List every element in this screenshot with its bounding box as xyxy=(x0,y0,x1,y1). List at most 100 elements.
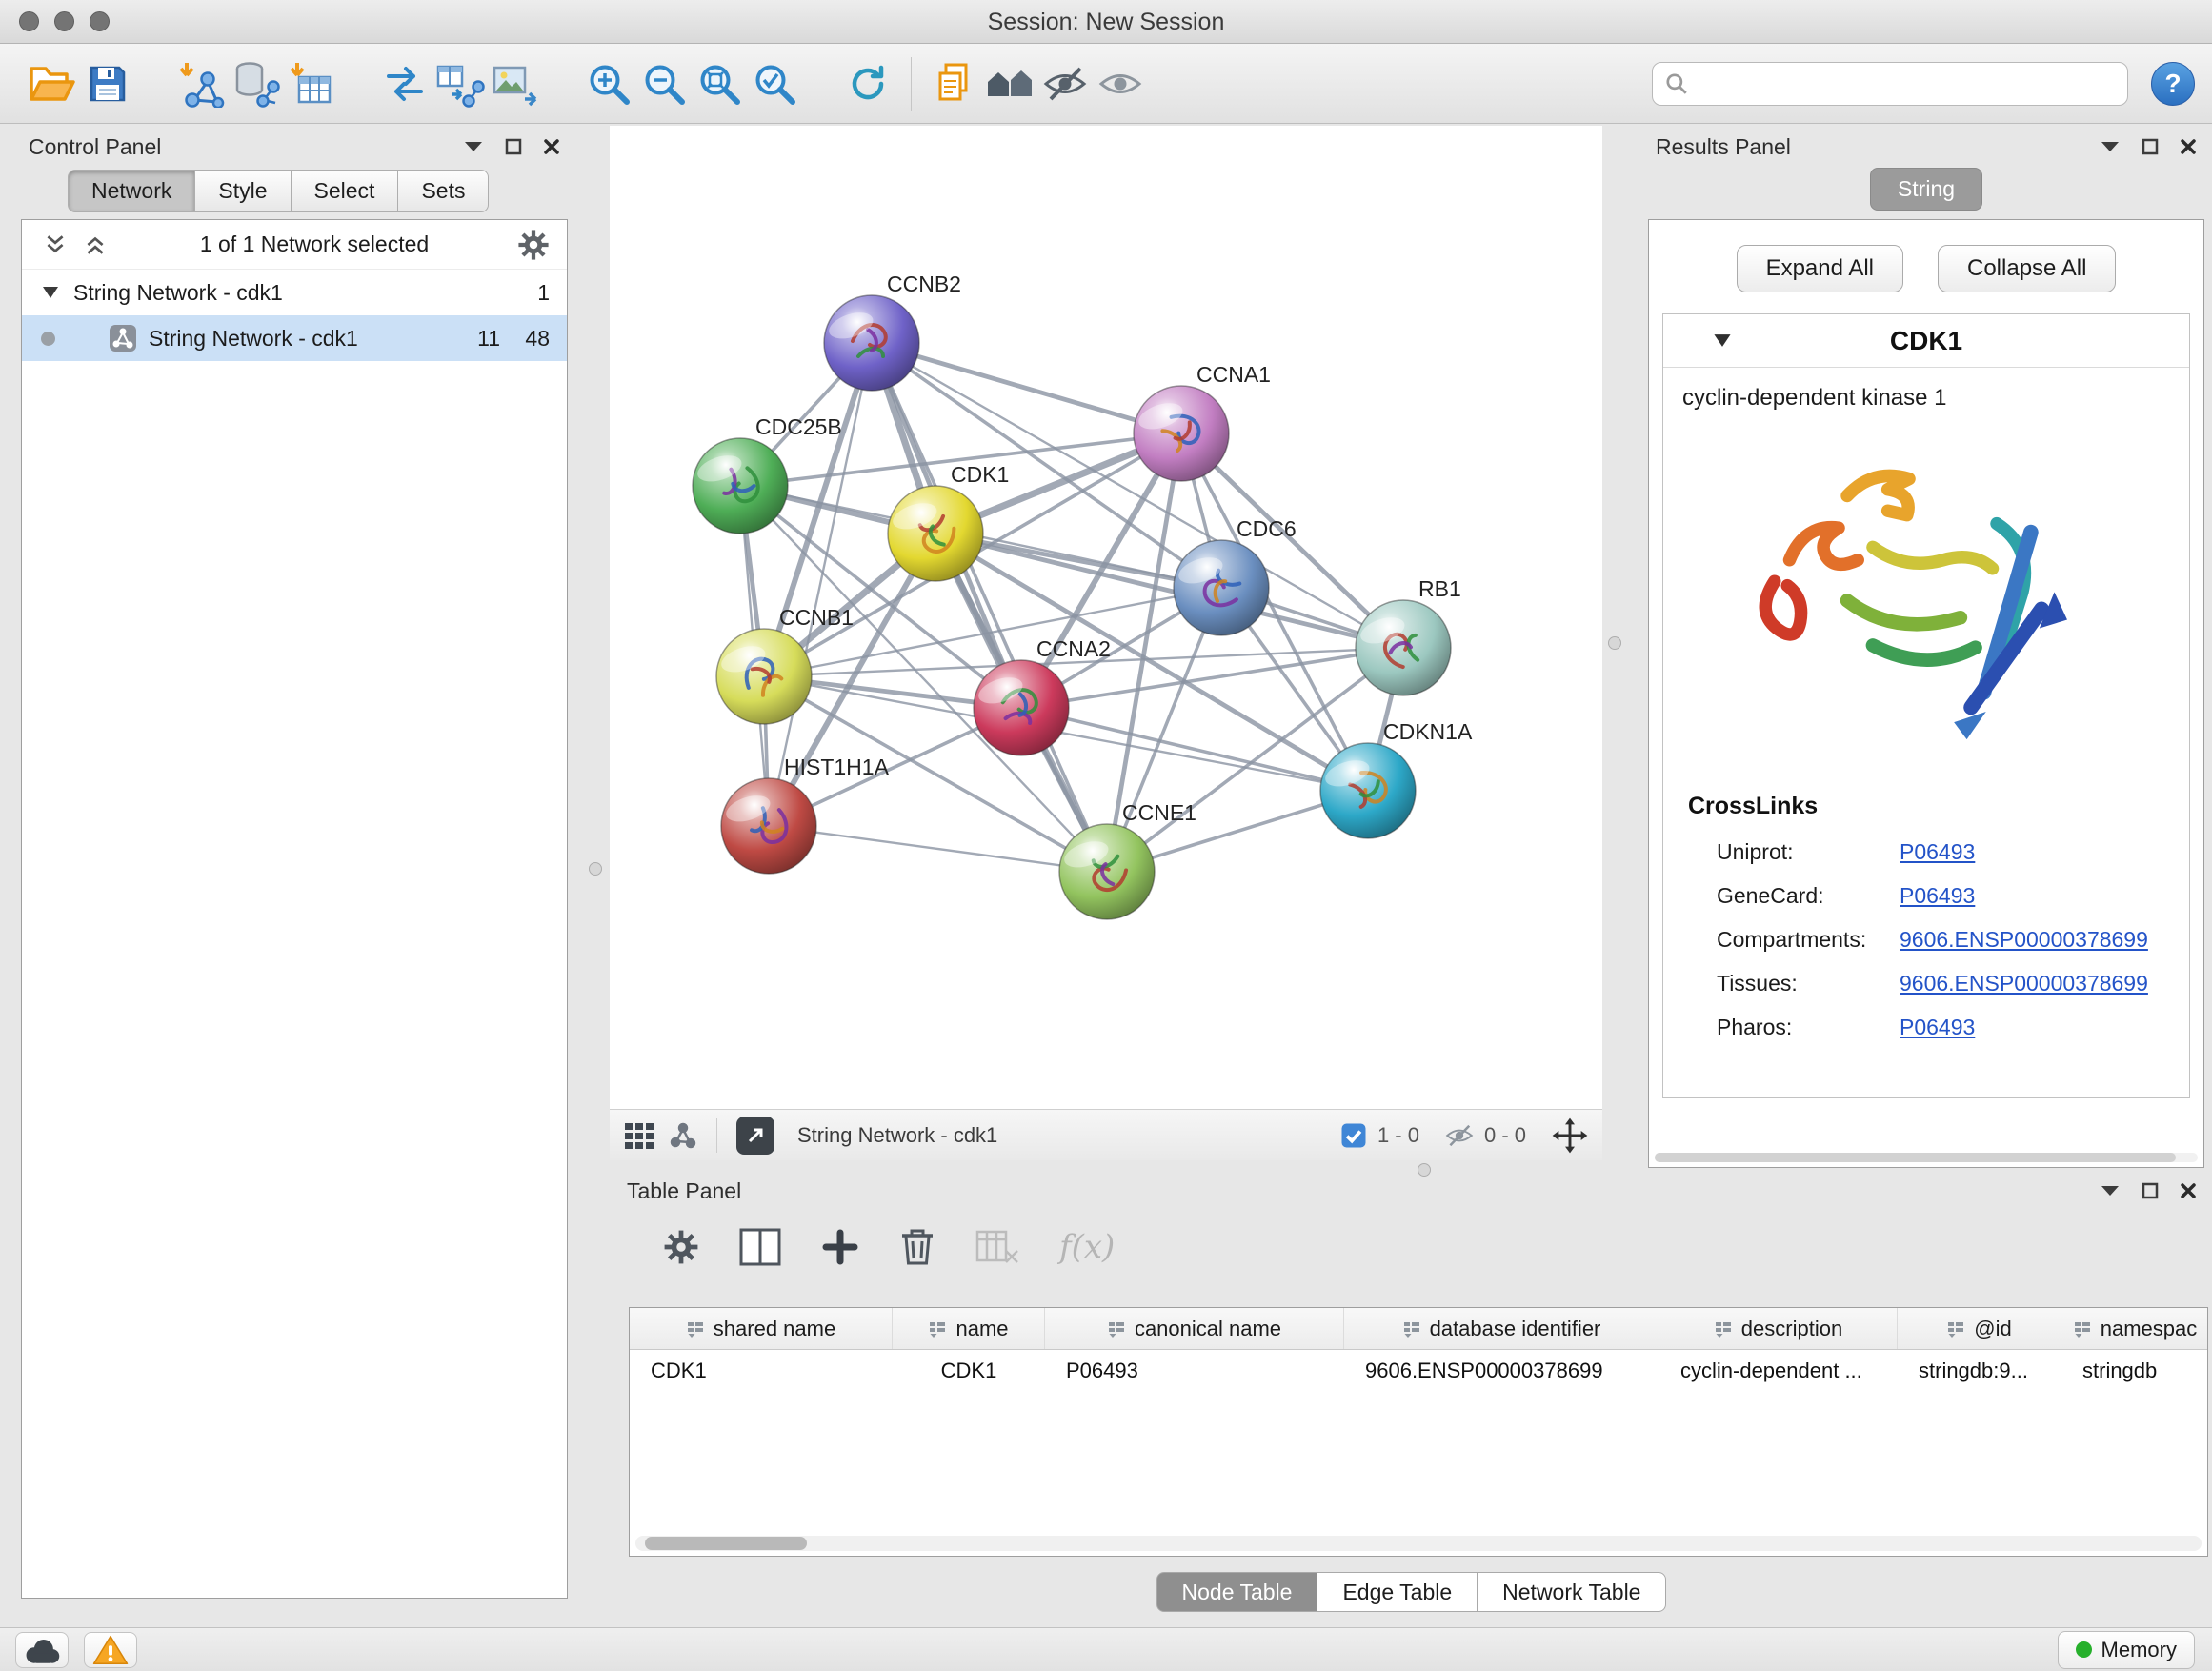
table-cell[interactable]: stringdb:9... xyxy=(1898,1350,2061,1392)
birdseye-view-button[interactable] xyxy=(623,1121,655,1150)
tab-network-table[interactable]: Network Table xyxy=(1477,1572,1666,1612)
crosslink-link[interactable]: 9606.ENSP00000378699 xyxy=(1900,971,2148,997)
network-collection-row[interactable]: String Network - cdk1 1 xyxy=(22,270,567,315)
tab-sets[interactable]: Sets xyxy=(397,170,489,212)
collection-expander-icon[interactable] xyxy=(42,286,59,299)
import-network-file-button[interactable] xyxy=(173,53,229,114)
table-cell[interactable]: CDK1 xyxy=(893,1350,1045,1392)
tab-node-table[interactable]: Node Table xyxy=(1156,1572,1318,1612)
table-close-button[interactable] xyxy=(2180,1182,2197,1199)
network-node[interactable]: CDKN1A xyxy=(1320,719,1473,838)
home-button[interactable] xyxy=(982,53,1037,114)
crosslink-link[interactable]: P06493 xyxy=(1900,839,1975,865)
tab-style[interactable]: Style xyxy=(194,170,291,212)
column-header[interactable]: namespac xyxy=(2061,1308,2208,1349)
panel-menu-button[interactable] xyxy=(463,140,484,153)
zoom-selected-button[interactable] xyxy=(747,53,802,114)
network-canvas[interactable]: CCNB2CCNA1CDC25BCDK1CDC6RB1CCNB1CCNA2CDK… xyxy=(610,126,1602,1109)
pan-mode-button[interactable] xyxy=(1551,1117,1589,1155)
cloud-status-button[interactable] xyxy=(15,1632,69,1668)
expand-all-networks-button[interactable] xyxy=(75,225,115,265)
show-graphics-details-button[interactable] xyxy=(1093,53,1148,114)
function-builder-button[interactable]: f(x) xyxy=(1059,1228,1115,1266)
crosslink-link[interactable]: 9606.ENSP00000378699 xyxy=(1900,927,2148,953)
crosslink-link[interactable]: P06493 xyxy=(1900,883,1975,909)
refresh-layout-button[interactable] xyxy=(840,53,895,114)
warnings-button[interactable] xyxy=(84,1632,137,1668)
export-image-button[interactable] xyxy=(488,53,543,114)
table-cell[interactable]: 9606.ENSP00000378699 xyxy=(1344,1350,1659,1392)
network-edge[interactable] xyxy=(872,343,1107,872)
selected-count: 1 - 0 xyxy=(1377,1123,1419,1148)
network-edge[interactable] xyxy=(769,826,1107,872)
duplicate-pages-button[interactable] xyxy=(927,53,982,114)
column-header[interactable]: shared name xyxy=(630,1308,893,1349)
network-arrows-button[interactable] xyxy=(377,53,432,114)
table-cell[interactable]: cyclin-dependent ... xyxy=(1659,1350,1898,1392)
network-from-table-button[interactable] xyxy=(432,53,488,114)
export-network-button[interactable] xyxy=(736,1117,774,1155)
save-session-button[interactable] xyxy=(80,53,135,114)
column-header[interactable]: description xyxy=(1659,1308,1898,1349)
column-header[interactable]: canonical name xyxy=(1045,1308,1344,1349)
network-node[interactable]: CCNB1 xyxy=(716,605,854,724)
help-button[interactable]: ? xyxy=(2151,62,2195,106)
results-menu-button[interactable] xyxy=(2100,140,2121,153)
panel-float-button[interactable] xyxy=(505,138,522,155)
results-close-button[interactable] xyxy=(2180,138,2197,155)
show-columns-button[interactable] xyxy=(739,1228,781,1266)
memory-button[interactable]: Memory xyxy=(2058,1631,2195,1669)
zoom-fit-button[interactable] xyxy=(692,53,747,114)
section-collapse-button[interactable] xyxy=(1713,333,1732,348)
control-panel-title: Control Panel xyxy=(29,134,161,160)
collapse-all-networks-button[interactable] xyxy=(35,225,75,265)
results-scrollbar[interactable] xyxy=(1655,1153,2198,1162)
network-overview-button[interactable] xyxy=(669,1121,697,1150)
column-header[interactable]: name xyxy=(893,1308,1045,1349)
create-column-button[interactable] xyxy=(821,1228,859,1266)
results-float-button[interactable] xyxy=(2142,138,2159,155)
network-row[interactable]: String Network - cdk1 11 48 xyxy=(22,315,567,361)
network-edge[interactable] xyxy=(872,343,1181,433)
network-node[interactable]: CDK1 xyxy=(888,462,1009,581)
table-clear-icon xyxy=(975,1228,1019,1266)
network-node[interactable]: RB1 xyxy=(1356,576,1461,695)
table-row[interactable]: CDK1CDK1P064939606.ENSP00000378699cyclin… xyxy=(630,1350,2207,1392)
hide-graphics-details-button[interactable] xyxy=(1037,53,1093,114)
open-session-button[interactable] xyxy=(25,53,80,114)
table-menu-button[interactable] xyxy=(2100,1184,2121,1198)
panel-close-button[interactable] xyxy=(543,138,560,155)
search-input[interactable] xyxy=(1699,71,2116,96)
import-network-database-button[interactable] xyxy=(229,53,284,114)
column-header[interactable]: database identifier xyxy=(1344,1308,1659,1349)
table-float-button[interactable] xyxy=(2142,1182,2159,1199)
column-header[interactable]: @id xyxy=(1898,1308,2061,1349)
collapse-all-button[interactable]: Collapse All xyxy=(1938,245,2116,292)
search-box[interactable] xyxy=(1652,62,2128,106)
tab-select[interactable]: Select xyxy=(291,170,399,212)
table-cell[interactable]: P06493 xyxy=(1045,1350,1344,1392)
crosslink-link[interactable]: P06493 xyxy=(1900,1015,1975,1040)
table-options-gear-button[interactable] xyxy=(663,1229,699,1265)
table-cell[interactable]: CDK1 xyxy=(630,1350,893,1392)
table-horizontal-scrollbar[interactable] xyxy=(635,1536,2202,1551)
tab-edge-table[interactable]: Edge Table xyxy=(1317,1572,1478,1612)
expand-all-button[interactable]: Expand All xyxy=(1737,245,1903,292)
tab-network[interactable]: Network xyxy=(68,170,195,212)
zoom-in-button[interactable] xyxy=(581,53,636,114)
splitter-handle[interactable] xyxy=(1418,1163,1431,1177)
tab-string[interactable]: String xyxy=(1870,168,1982,211)
clear-table-button[interactable] xyxy=(975,1228,1019,1266)
network-node[interactable]: CCNA1 xyxy=(1134,362,1271,481)
splitter-handle[interactable] xyxy=(1608,636,1621,650)
network-node[interactable]: CDC25B xyxy=(693,414,842,534)
network-node[interactable]: HIST1H1A xyxy=(721,755,890,874)
table-cell[interactable]: stringdb xyxy=(2061,1350,2208,1392)
splitter-handle[interactable] xyxy=(589,862,602,876)
delete-column-button[interactable] xyxy=(899,1227,935,1267)
scrollbar-thumb[interactable] xyxy=(645,1537,807,1550)
network-options-gear-button[interactable] xyxy=(513,225,553,265)
network-node[interactable]: CCNB2 xyxy=(824,272,961,391)
import-table-button[interactable] xyxy=(284,53,339,114)
zoom-out-button[interactable] xyxy=(636,53,692,114)
